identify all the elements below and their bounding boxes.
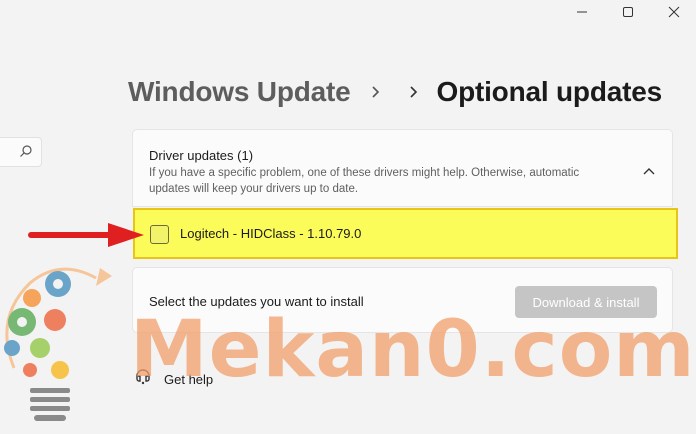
red-arrow-icon: [28, 222, 146, 253]
watermark-text: Mekan0.com: [130, 305, 696, 395]
chevron-up-icon[interactable]: [642, 163, 656, 181]
maximize-icon: [623, 7, 633, 17]
chevron-right-icon: [371, 85, 381, 99]
lightbulb-gears-logo: [0, 258, 112, 433]
search-icon: [19, 144, 33, 163]
breadcrumb-windows-update[interactable]: Windows Update: [128, 76, 351, 108]
close-button[interactable]: [651, 2, 696, 22]
minimize-button[interactable]: [559, 2, 605, 22]
page-title: Optional updates: [436, 76, 663, 107]
driver-item-row[interactable]: Logitech - HIDClass - 1.10.79.0: [133, 208, 678, 259]
search-input[interactable]: [0, 137, 42, 167]
close-icon: [668, 6, 680, 18]
driver-updates-title: Driver updates (1): [149, 148, 254, 163]
driver-updates-description: If you have a specific problem, one of t…: [149, 167, 580, 195]
maximize-button[interactable]: [605, 2, 651, 22]
chevron-right-icon: [409, 85, 419, 99]
driver-updates-header[interactable]: Driver updates (1) If you have a specifi…: [132, 129, 673, 207]
minimize-icon: [577, 11, 587, 13]
driver-checkbox[interactable]: [150, 225, 169, 244]
driver-item-label: Logitech - HIDClass - 1.10.79.0: [180, 226, 362, 241]
breadcrumb: Windows Update Optional updates: [128, 72, 662, 112]
